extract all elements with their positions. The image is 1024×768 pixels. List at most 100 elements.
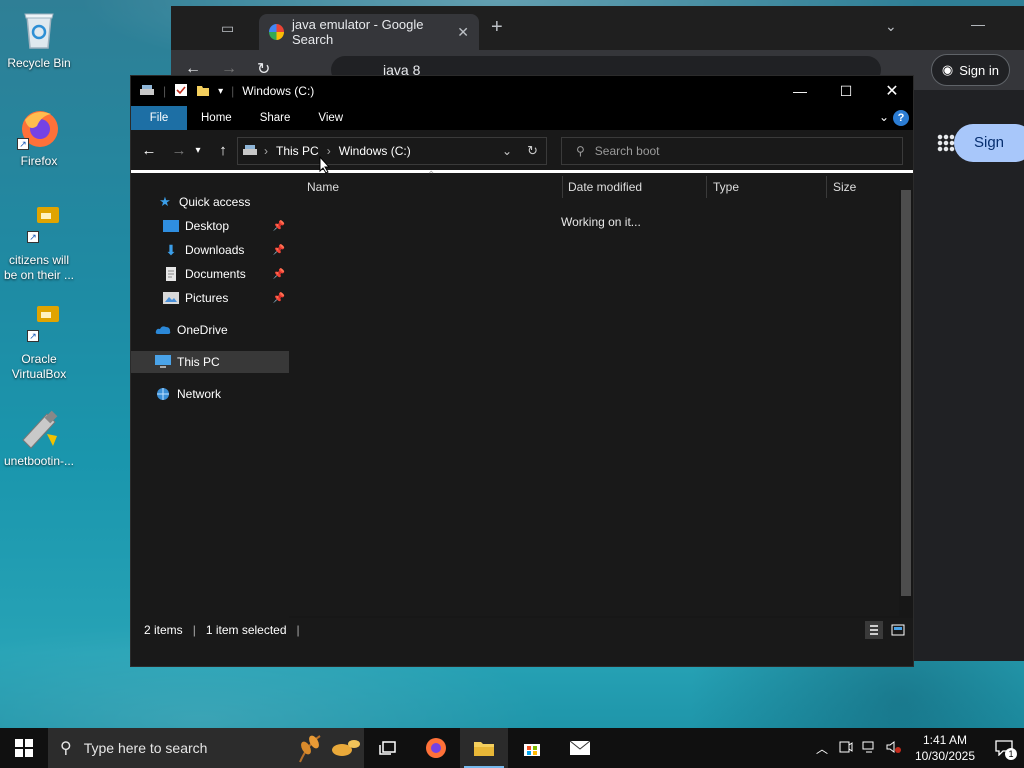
large-icons-view-icon[interactable] — [889, 621, 907, 639]
maximize-button[interactable]: ☐ — [823, 76, 869, 106]
column-header-name[interactable]: Name — [301, 176, 563, 198]
details-view-icon[interactable] — [865, 621, 883, 639]
breadcrumb-separator-icon[interactable]: › — [264, 144, 268, 158]
properties-icon[interactable] — [174, 83, 188, 100]
status-selected-count: 1 item selected — [205, 623, 287, 637]
pin-icon[interactable]: 📌 — [273, 245, 285, 256]
desktop-folder-icon — [163, 219, 179, 233]
pin-icon[interactable]: 📌 — [273, 269, 285, 280]
nav-item-label: Desktop — [185, 219, 230, 233]
help-icon[interactable]: ? — [893, 110, 909, 126]
tab-list-chevron-icon[interactable]: ⌄ — [885, 18, 897, 35]
nav-item-documents[interactable]: Documents 📌 — [131, 263, 289, 285]
tab-search-icon[interactable]: ▭ — [221, 20, 234, 37]
minimize-button[interactable]: — — [777, 76, 823, 106]
network-icon — [155, 387, 171, 401]
google-signin-button[interactable]: Sign — [954, 124, 1024, 162]
vertical-scrollbar-thumb[interactable] — [901, 190, 911, 596]
browser-signin-button[interactable]: ◉ Sign in — [930, 54, 1010, 86]
profile-icon: ◉ — [941, 62, 954, 77]
tab-close-icon[interactable]: ✕ — [457, 24, 469, 41]
taskbar-microsoft-store[interactable] — [508, 728, 556, 768]
browser-tab[interactable]: java emulator - Google Search ✕ — [259, 14, 479, 50]
tab-view[interactable]: View — [304, 106, 357, 130]
nav-item-downloads[interactable]: ⬇ Downloads 📌 — [131, 239, 289, 261]
mail-icon — [569, 740, 591, 755]
address-history-chevron-icon[interactable]: ⌄ — [502, 144, 512, 158]
status-item-count: 2 items — [144, 623, 183, 637]
computer-icon — [155, 355, 171, 369]
breadcrumb-this-pc[interactable]: This PC — [276, 144, 319, 158]
nav-item-network[interactable]: Network — [131, 383, 289, 405]
status-bar: 2 items | 1 item selected | — [131, 618, 913, 642]
clock[interactable]: 1:41 AM 10/30/2025 — [906, 732, 984, 764]
tab-home[interactable]: Home — [187, 106, 246, 130]
vertical-scrollbar[interactable] — [899, 190, 913, 630]
nav-item-onedrive[interactable]: OneDrive — [131, 319, 289, 341]
nav-item-this-pc[interactable]: This PC — [131, 351, 289, 373]
file-explorer-icon — [474, 742, 494, 756]
show-hidden-icons-chevron-icon[interactable]: ︿ — [810, 740, 834, 757]
quick-access-toolbar: | ▾ | — [131, 83, 234, 100]
desktop-icon-firefox[interactable]: ↗ Firefox — [1, 106, 77, 169]
up-arrow-icon[interactable]: ↑ — [210, 137, 236, 163]
taskbar-search-box[interactable]: ⚲ Type here to search — [48, 728, 364, 768]
recycle-bin-icon — [17, 8, 61, 52]
desktop-icon-label: Oracle VirtualBox — [11, 352, 67, 381]
refresh-icon[interactable]: ↻ — [527, 143, 538, 159]
taskbar-mail[interactable] — [556, 728, 604, 768]
google-signin-label: Sign — [974, 134, 1005, 151]
browser-minimize-icon[interactable]: — — [971, 16, 985, 32]
desktop-icon-unetbootin[interactable]: unetbootin-... — [1, 406, 77, 469]
column-header-date-modified[interactable]: Date modified — [562, 176, 707, 198]
google-icon — [269, 24, 284, 40]
new-tab-icon[interactable]: + — [491, 16, 503, 39]
firefox-icon — [426, 738, 446, 758]
desktop-icon-label: Recycle Bin — [7, 56, 71, 70]
expand-ribbon-chevron-icon[interactable]: ⌄ — [879, 110, 889, 124]
nav-item-label: This PC — [177, 355, 220, 369]
nav-item-pictures[interactable]: Pictures 📌 — [131, 287, 289, 309]
explorer-titlebar[interactable]: | ▾ | Windows (C:) — ☐ ✕ — [131, 76, 913, 106]
customize-toolbar-chevron-icon[interactable]: ▾ — [218, 86, 223, 97]
google-apps-icon[interactable] — [937, 134, 955, 152]
taskbar-firefox[interactable] — [412, 728, 460, 768]
breadcrumb-windows-c[interactable]: Windows (C:) — [339, 144, 411, 158]
forward-arrow-icon[interactable]: → — [166, 137, 192, 163]
toolbar-divider: | — [231, 84, 235, 98]
nav-item-quick-access[interactable]: ★ Quick access — [131, 191, 289, 213]
search-box[interactable]: ⚲ Search boot — [561, 137, 903, 165]
pin-icon[interactable]: 📌 — [273, 293, 285, 304]
drive-icon — [242, 144, 258, 159]
nav-item-label: Network — [177, 387, 222, 401]
navigation-bar: ← → ▾ ↑ › This PC › Windows (C:) ⌄ ↻ ⚲ S… — [131, 130, 913, 170]
recent-locations-chevron-icon[interactable]: ▾ — [190, 137, 206, 163]
virtualbox-icon: ↗ — [17, 304, 61, 348]
file-explorer-window[interactable]: | ▾ | Windows (C:) — ☐ ✕ File Home Share… — [130, 75, 914, 667]
meet-now-icon[interactable] — [834, 741, 858, 756]
task-view-button[interactable] — [364, 728, 412, 768]
column-header-size[interactable]: Size — [827, 176, 907, 198]
start-button[interactable] — [0, 728, 48, 768]
search-placeholder: Search boot — [594, 144, 660, 158]
desktop-icon-recycle-bin[interactable]: Recycle Bin — [1, 8, 77, 71]
address-bar[interactable]: › This PC › Windows (C:) ⌄ ↻ — [237, 137, 547, 165]
taskbar-file-explorer[interactable] — [460, 728, 508, 768]
volume-muted-icon[interactable] — [882, 740, 906, 757]
desktop-icon-virtualbox[interactable]: ↗ Oracle VirtualBox — [1, 304, 77, 382]
tab-file[interactable]: File — [131, 106, 187, 130]
new-folder-icon[interactable] — [196, 83, 210, 100]
network-status-icon[interactable] — [858, 741, 882, 756]
tab-share[interactable]: Share — [246, 106, 305, 130]
close-button[interactable]: ✕ — [869, 76, 915, 106]
nav-item-desktop[interactable]: Desktop 📌 — [131, 215, 289, 237]
action-center-button[interactable]: 1 — [984, 728, 1024, 768]
mouse-cursor-icon — [319, 155, 331, 177]
desktop-icon-label: Firefox — [20, 154, 58, 168]
back-arrow-icon[interactable]: ← — [136, 137, 162, 163]
desktop-icon-citizens[interactable]: ↗ citizens will be on their ... — [1, 205, 77, 283]
column-header-label: Type — [713, 180, 740, 194]
pin-icon[interactable]: 📌 — [273, 221, 285, 232]
column-header-type[interactable]: Type — [707, 176, 827, 198]
shortcut-arrow-icon: ↗ — [27, 231, 39, 243]
